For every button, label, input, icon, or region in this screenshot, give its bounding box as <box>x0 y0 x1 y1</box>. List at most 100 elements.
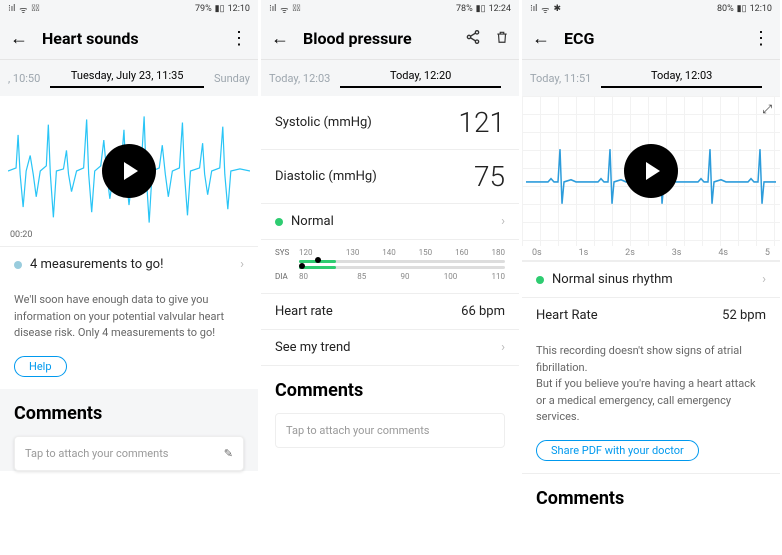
phone-ecg: ⁝ıl ᯤ ✱ 80% ▮▯ 12:10 ← ECG ⋮ Today, 11:5… <box>522 0 780 555</box>
clock: 12:10 <box>750 4 772 14</box>
phone-blood-pressure: ⁝ıl ᯤ ✱⃠ 78% ▮▯ 12:24 ← Blood pressure T… <box>261 0 519 555</box>
battery-icon: ▮▯ <box>476 4 486 14</box>
battery-percent: 80% <box>717 4 734 14</box>
status-bar: ⁝ıl ᯤ ✱⃠ 79% ▮▯ 12:10 <box>0 0 258 18</box>
comments-input[interactable]: Tap to attach your comments <box>275 413 505 448</box>
date-current[interactable]: Today, 12:20 <box>340 69 501 88</box>
comments-header: Comments <box>261 366 519 409</box>
hr-value: 66 bpm <box>461 304 505 319</box>
battery-percent: 79% <box>195 4 212 14</box>
status-bar: ⁝ıl ᯤ ✱⃠ 78% ▮▯ 12:24 <box>261 0 519 18</box>
status-dot-icon <box>275 218 283 226</box>
bluetooth-icon: ✱ <box>554 4 562 14</box>
share-pdf-button[interactable]: Share PDF with your doctor <box>536 440 699 461</box>
date-prev[interactable]: Today, 12:03 <box>269 72 330 85</box>
status-dot-icon <box>536 276 544 284</box>
page-title: Heart sounds <box>42 29 230 48</box>
comments-header: Comments <box>0 389 258 432</box>
chevron-right-icon: › <box>501 214 505 229</box>
delete-icon[interactable] <box>495 29 509 49</box>
clock: 12:24 <box>489 4 511 14</box>
comments-placeholder: Tap to attach your comments <box>286 424 429 437</box>
bp-status-label: Normal <box>291 214 495 229</box>
page-title: Blood pressure <box>303 29 465 48</box>
ecg-info-text: This recording doesn't show signs of atr… <box>522 333 780 436</box>
signal-icon: ⁝ıl <box>269 4 276 14</box>
wifi-icon: ᯤ <box>19 3 27 16</box>
header: ← Blood pressure <box>261 18 519 60</box>
ecg-area: ⤢ <box>522 96 780 246</box>
dia-scale-bar <box>299 266 505 269</box>
battery-percent: 78% <box>456 4 473 14</box>
systolic-value: 121 <box>458 106 505 139</box>
comments-input[interactable]: Tap to attach your comments ✎ <box>14 436 244 471</box>
status-bar: ⁝ıl ᯤ ✱ 80% ▮▯ 12:10 <box>522 0 780 18</box>
measurements-row[interactable]: 4 measurements to go! › <box>0 246 258 282</box>
diastolic-label: Diastolic (mmHg) <box>275 169 474 184</box>
phone-heart-sounds: ⁝ıl ᯤ ✱⃠ 79% ▮▯ 12:10 ← Heart sounds ⋮ ,… <box>0 0 258 555</box>
date-prev[interactable]: Today, 11:51 <box>530 72 591 85</box>
date-current[interactable]: Today, 12:03 <box>601 69 762 88</box>
date-tabs[interactable]: Today, 11:51 Today, 12:03 <box>522 60 780 96</box>
chevron-right-icon: › <box>762 272 766 287</box>
info-text: We'll soon have enough data to give you … <box>0 282 258 352</box>
heart-rate-row: Heart Rate 52 bpm <box>522 297 780 333</box>
diastolic-row: Diastolic (mmHg) 75 <box>261 149 519 203</box>
header: ← ECG ⋮ <box>522 18 780 60</box>
heart-rate-row: Heart rate 66 bpm <box>261 293 519 329</box>
sys-scale-bar <box>299 260 505 263</box>
bp-scale: SYS 120130140150160180 DIA 808590100110 <box>261 239 519 293</box>
hr-label: Heart rate <box>275 304 461 319</box>
systolic-label: Systolic (mmHg) <box>275 115 458 130</box>
date-current[interactable]: Tuesday, July 23, 11:35 <box>50 69 204 88</box>
sys-ticks: 120130140150160180 <box>299 248 505 257</box>
ecg-time-ticks: 0s1s2s3s4s5 <box>522 246 780 261</box>
comments-placeholder: Tap to attach your comments <box>25 447 168 460</box>
waveform-timestamp: 00:20 <box>10 230 32 240</box>
dia-ticks: 808590100110 <box>299 272 505 281</box>
chevron-right-icon: › <box>240 257 244 272</box>
date-next[interactable]: Sunday <box>214 72 250 85</box>
more-icon[interactable]: ⋮ <box>752 28 770 49</box>
rhythm-status-row[interactable]: Normal sinus rhythm › <box>522 261 780 297</box>
hr-value: 52 bpm <box>722 308 766 323</box>
expand-icon[interactable]: ⤢ <box>762 102 772 117</box>
wifi-icon: ᯤ <box>541 3 549 16</box>
wifi-icon: ᯤ <box>280 3 288 16</box>
systolic-row: Systolic (mmHg) 121 <box>261 96 519 149</box>
signal-icon: ⁝ıl <box>530 4 537 14</box>
comments-header: Comments <box>522 474 780 517</box>
chevron-right-icon: › <box>501 340 505 355</box>
date-tabs[interactable]: Today, 12:03 Today, 12:20 <box>261 60 519 96</box>
measurements-label: 4 measurements to go! <box>30 257 234 272</box>
trend-label: See my trend <box>275 340 495 355</box>
clock: 12:10 <box>228 4 250 14</box>
help-button[interactable]: Help <box>14 356 67 377</box>
more-icon[interactable]: ⋮ <box>230 28 248 49</box>
pencil-icon: ✎ <box>224 447 233 460</box>
status-dot-icon <box>14 261 22 269</box>
hr-label: Heart Rate <box>536 308 722 323</box>
rhythm-label: Normal sinus rhythm <box>552 272 756 287</box>
page-title: ECG <box>564 29 752 48</box>
play-button[interactable] <box>624 144 678 198</box>
bluetooth-icon: ✱⃠ <box>32 4 40 14</box>
back-button[interactable]: ← <box>532 28 550 49</box>
battery-icon: ▮▯ <box>737 4 747 14</box>
bp-status-row[interactable]: Normal › <box>261 203 519 239</box>
waveform-area: 00:20 <box>0 96 258 246</box>
diastolic-value: 75 <box>474 160 505 193</box>
header: ← Heart sounds ⋮ <box>0 18 258 60</box>
signal-icon: ⁝ıl <box>8 4 15 14</box>
dia-scale-label: DIA <box>275 272 299 281</box>
date-prev[interactable]: , 10:50 <box>8 72 40 85</box>
date-tabs[interactable]: , 10:50 Tuesday, July 23, 11:35 Sunday <box>0 60 258 96</box>
back-button[interactable]: ← <box>271 28 289 49</box>
back-button[interactable]: ← <box>10 28 28 49</box>
bluetooth-icon: ✱⃠ <box>293 4 301 14</box>
sys-scale-label: SYS <box>275 248 299 257</box>
battery-icon: ▮▯ <box>215 4 225 14</box>
see-trend-row[interactable]: See my trend › <box>261 329 519 365</box>
play-button[interactable] <box>102 144 156 198</box>
share-icon[interactable] <box>465 29 481 49</box>
